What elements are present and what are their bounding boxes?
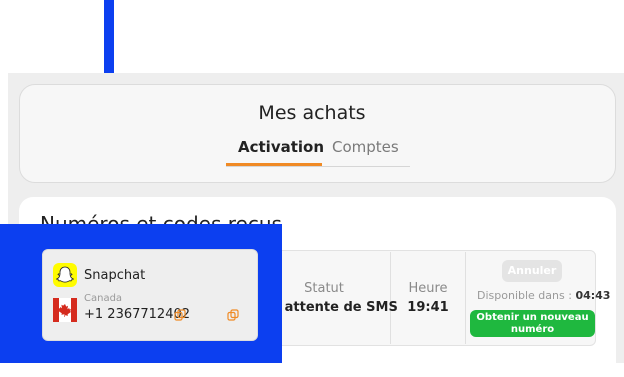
available-label: Disponible dans : (477, 289, 572, 302)
purchases-header-card (19, 84, 616, 183)
status-label: Statut (304, 281, 344, 296)
time-value: 19:41 (407, 300, 449, 315)
available-timer: Disponible dans : 04:43 (477, 289, 610, 302)
available-countdown: 04:43 (575, 289, 611, 302)
tab-bar: Activation Comptes (226, 138, 410, 167)
copy-icon[interactable] (174, 309, 186, 321)
country-name: Canada (84, 293, 123, 304)
canada-flag-icon (53, 298, 77, 322)
new-number-button[interactable]: Obtenir un nouveau numéro (470, 310, 595, 337)
snapchat-icon (53, 263, 77, 287)
cancel-button[interactable]: Annuler (502, 260, 562, 282)
tab-comptes[interactable]: Comptes (332, 138, 399, 156)
copy-all-icon[interactable] (227, 309, 239, 321)
column-divider (390, 252, 391, 344)
column-divider (465, 252, 466, 344)
time-label: Heure (408, 281, 448, 296)
service-name: Snapchat (84, 268, 146, 283)
page-title: Mes achats (258, 102, 366, 124)
active-tab-indicator (226, 163, 322, 166)
tab-activation[interactable]: Activation (238, 138, 324, 156)
